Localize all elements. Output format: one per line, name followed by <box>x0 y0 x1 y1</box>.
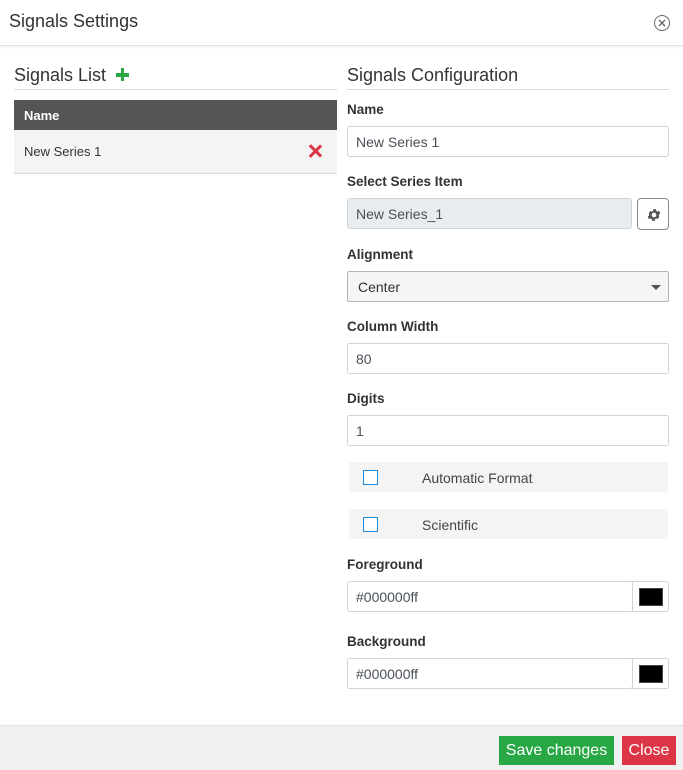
scientific-checkbox[interactable] <box>363 517 378 532</box>
divider <box>347 89 669 90</box>
digits-label: Digits <box>347 391 385 406</box>
name-field[interactable] <box>347 126 669 157</box>
alignment-value: Center <box>358 279 401 295</box>
modal-title: Signals Settings <box>9 11 139 31</box>
divider <box>14 89 337 90</box>
save-changes-button[interactable]: Save changes <box>499 736 614 765</box>
series-item-label: Select Series Item <box>347 174 463 189</box>
background-field[interactable] <box>347 658 633 689</box>
digits-field[interactable] <box>347 415 669 446</box>
delete-icon[interactable] <box>308 144 322 158</box>
alignment-select[interactable]: Center <box>347 271 669 302</box>
scientific-option: Scientific <box>349 509 668 539</box>
name-label: Name <box>347 102 384 117</box>
background-swatch <box>639 665 663 683</box>
signals-list-title: Signals List <box>14 65 107 85</box>
caret-down-icon <box>651 285 661 290</box>
scientific-label: Scientific <box>422 517 479 533</box>
select-series-button[interactable] <box>637 198 669 230</box>
column-width-field[interactable] <box>347 343 669 374</box>
background-label: Background <box>347 634 426 649</box>
series-item-field <box>347 198 632 229</box>
foreground-swatch <box>639 588 663 606</box>
table-header-name: Name <box>14 100 337 130</box>
foreground-field[interactable] <box>347 581 633 612</box>
column-width-label: Column Width <box>347 319 439 334</box>
foreground-color-picker[interactable] <box>632 581 669 612</box>
modal-footer: Save changes Close <box>0 725 683 770</box>
gear-icon <box>647 209 661 221</box>
row-name: New Series 1 <box>24 144 102 159</box>
table-row[interactable]: New Series 1 <box>14 130 337 174</box>
alignment-label: Alignment <box>347 247 413 262</box>
background-color-picker[interactable] <box>632 658 669 689</box>
foreground-label: Foreground <box>347 557 423 572</box>
modal-header: Signals Settings <box>0 0 683 46</box>
automatic-format-label: Automatic Format <box>422 470 533 486</box>
close-button[interactable]: Close <box>622 736 676 765</box>
signals-configuration-title: Signals Configuration <box>347 65 519 85</box>
plus-icon[interactable] <box>116 68 129 81</box>
automatic-format-checkbox[interactable] <box>363 470 378 485</box>
automatic-format-option: Automatic Format <box>349 462 668 492</box>
close-icon[interactable] <box>654 15 670 31</box>
